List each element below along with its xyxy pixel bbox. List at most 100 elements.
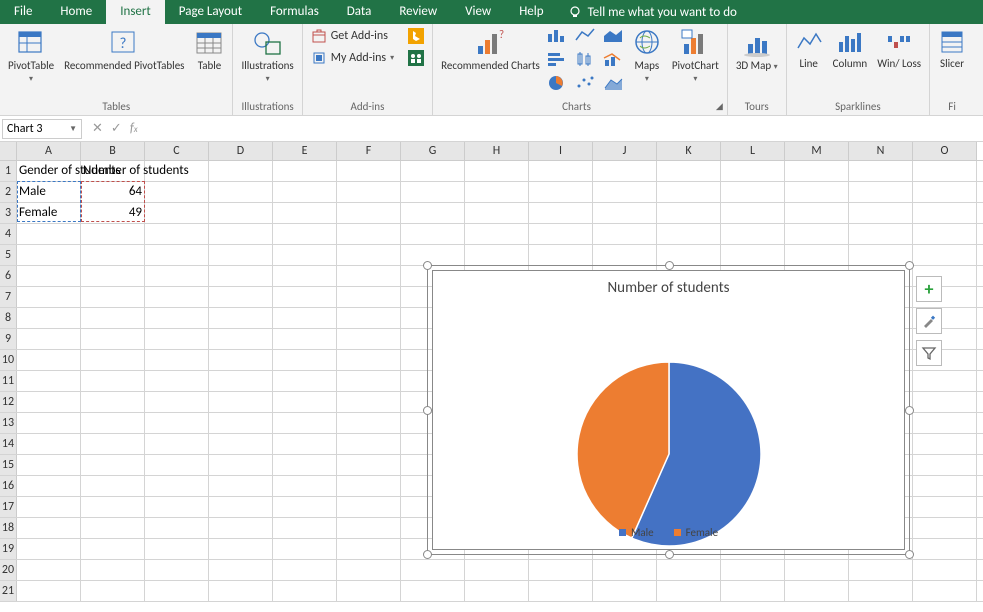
cell-E1[interactable] (273, 161, 337, 181)
fx-icon[interactable]: fx (130, 121, 138, 136)
cell-E9[interactable] (273, 329, 337, 349)
cell-N21[interactable] (849, 581, 913, 601)
cell-K4[interactable] (657, 224, 721, 244)
cell-G1[interactable] (401, 161, 465, 181)
cell-L21[interactable] (721, 581, 785, 601)
cell-C13[interactable] (145, 413, 209, 433)
cell-N5[interactable] (849, 245, 913, 265)
cell-O19[interactable] (913, 539, 977, 559)
cell-A13[interactable] (17, 413, 81, 433)
cell-H2[interactable] (465, 182, 529, 202)
resize-handle-sw[interactable] (423, 550, 432, 559)
cell-K21[interactable] (657, 581, 721, 601)
cell-C11[interactable] (145, 371, 209, 391)
cell-B19[interactable] (81, 539, 145, 559)
cell-C1[interactable] (145, 161, 209, 181)
cell-K20[interactable] (657, 560, 721, 580)
cell-C6[interactable] (145, 266, 209, 286)
row-head-10[interactable]: 10 (0, 350, 17, 370)
resize-handle-n[interactable] (665, 261, 674, 270)
cell-M5[interactable] (785, 245, 849, 265)
cell-C18[interactable] (145, 518, 209, 538)
cell-J1[interactable] (593, 161, 657, 181)
legend-female[interactable]: Female (674, 526, 718, 539)
cell-F12[interactable] (337, 392, 401, 412)
cell-H20[interactable] (465, 560, 529, 580)
col-head-B[interactable]: B (81, 142, 145, 160)
cell-N4[interactable] (849, 224, 913, 244)
chart-object[interactable]: Number of students Male Female (427, 265, 910, 555)
chart-styles-button[interactable] (916, 308, 942, 334)
cell-N20[interactable] (849, 560, 913, 580)
cell-J21[interactable] (593, 581, 657, 601)
cell-B1[interactable]: Number of students (81, 161, 145, 181)
tab-page-layout[interactable]: Page Layout (165, 0, 256, 24)
chart-filters-button[interactable] (916, 340, 942, 366)
cell-A18[interactable] (17, 518, 81, 538)
row-head-17[interactable]: 17 (0, 497, 17, 517)
cell-H1[interactable] (465, 161, 529, 181)
cell-C20[interactable] (145, 560, 209, 580)
cell-B5[interactable] (81, 245, 145, 265)
cell-C10[interactable] (145, 350, 209, 370)
cell-E14[interactable] (273, 434, 337, 454)
cell-D11[interactable] (209, 371, 273, 391)
cell-D5[interactable] (209, 245, 273, 265)
cell-M4[interactable] (785, 224, 849, 244)
cell-O17[interactable] (913, 497, 977, 517)
cell-F1[interactable] (337, 161, 401, 181)
col-head-M[interactable]: M (785, 142, 849, 160)
cell-O12[interactable] (913, 392, 977, 412)
pivotchart-button[interactable]: PivotChart▾ (668, 26, 723, 86)
col-head-G[interactable]: G (401, 142, 465, 160)
cell-A10[interactable] (17, 350, 81, 370)
row-head-2[interactable]: 2 (0, 182, 17, 202)
cell-D10[interactable] (209, 350, 273, 370)
maps-button[interactable]: Maps▾ (628, 26, 666, 86)
sparkline-column-button[interactable]: Column (829, 26, 872, 72)
cell-M2[interactable] (785, 182, 849, 202)
cell-F18[interactable] (337, 518, 401, 538)
cell-E8[interactable] (273, 308, 337, 328)
tab-formulas[interactable]: Formulas (256, 0, 333, 24)
row-head-7[interactable]: 7 (0, 287, 17, 307)
cell-A6[interactable] (17, 266, 81, 286)
col-head-L[interactable]: L (721, 142, 785, 160)
cell-C19[interactable] (145, 539, 209, 559)
cell-N2[interactable] (849, 182, 913, 202)
get-addins-button[interactable]: Get Add-ins (307, 26, 398, 46)
row-head-11[interactable]: 11 (0, 371, 17, 391)
cell-E18[interactable] (273, 518, 337, 538)
cell-H21[interactable] (465, 581, 529, 601)
cell-A4[interactable] (17, 224, 81, 244)
cell-F7[interactable] (337, 287, 401, 307)
cell-F15[interactable] (337, 455, 401, 475)
pivottable-button[interactable]: PivotTable▾ (4, 26, 58, 86)
cell-M1[interactable] (785, 161, 849, 181)
cell-C16[interactable] (145, 476, 209, 496)
row-head-8[interactable]: 8 (0, 308, 17, 328)
cell-H4[interactable] (465, 224, 529, 244)
cell-G20[interactable] (401, 560, 465, 580)
cell-A8[interactable] (17, 308, 81, 328)
cell-D1[interactable] (209, 161, 273, 181)
cell-G5[interactable] (401, 245, 465, 265)
row-head-19[interactable]: 19 (0, 539, 17, 559)
formula-input[interactable] (148, 119, 983, 139)
cell-E17[interactable] (273, 497, 337, 517)
cell-D17[interactable] (209, 497, 273, 517)
cell-D4[interactable] (209, 224, 273, 244)
name-box[interactable]: Chart 3▼ (2, 119, 82, 139)
table-button[interactable]: Table (190, 26, 228, 74)
col-head-K[interactable]: K (657, 142, 721, 160)
cancel-icon[interactable]: ✕ (92, 121, 103, 136)
cell-B17[interactable] (81, 497, 145, 517)
cell-D14[interactable] (209, 434, 273, 454)
cell-O14[interactable] (913, 434, 977, 454)
cell-A12[interactable] (17, 392, 81, 412)
tab-home[interactable]: Home (46, 0, 106, 24)
cell-C7[interactable] (145, 287, 209, 307)
cell-D13[interactable] (209, 413, 273, 433)
col-head-O[interactable]: O (913, 142, 977, 160)
cell-A20[interactable] (17, 560, 81, 580)
